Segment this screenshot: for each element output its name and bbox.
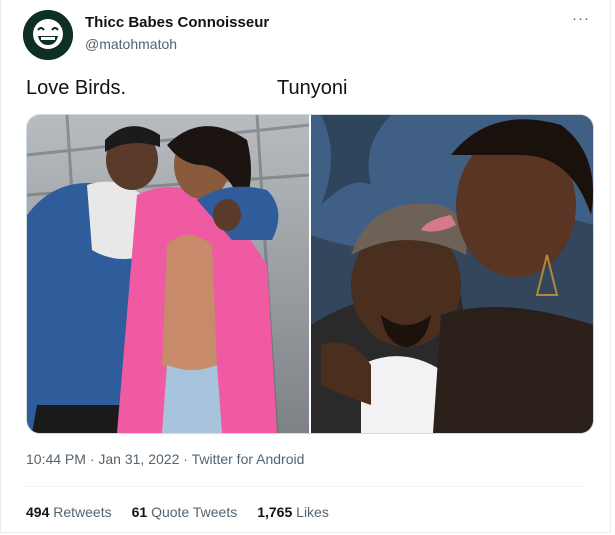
quote-tweets-stat[interactable]: 61 Quote Tweets [132,504,238,520]
quote-tweets-count: 61 [131,504,148,520]
tweet-media[interactable] [26,114,594,434]
photo-right[interactable] [311,115,593,433]
tweet-source[interactable]: Twitter for Android [192,451,305,467]
likes-stat[interactable]: 1,765 Likes [257,504,329,520]
tweet-date: Jan 31, 2022 [98,451,180,467]
tweet-card: Thicc Babes Connoisseur @matohmatoh ··· … [0,0,611,533]
user-handle[interactable]: @matohmatoh [85,36,177,52]
tweet-time: 10:44 PM [26,451,86,467]
meta-separator: · [183,451,188,467]
retweets-label: Retweets [53,504,112,520]
tweet-text-tunyoni: Tunyoni [277,77,348,99]
meta-separator: · [89,451,95,467]
photo-left[interactable] [27,115,309,433]
grinning-face-icon [23,10,73,60]
likes-label: Likes [296,504,329,520]
tweet-meta: 10:44 PM · Jan 31, 2022 · Twitter for An… [26,451,304,467]
likes-count: 1,765 [257,504,293,520]
engagement-stats: 494 Retweets 61 Quote Tweets 1,765 Likes [26,504,329,520]
retweets-count: 494 [26,504,50,520]
more-horizontal-icon[interactable]: ··· [572,10,590,27]
tweet-time-link[interactable]: 10:44 PM · Jan 31, 2022 [26,451,179,467]
retweets-stat[interactable]: 494 Retweets [26,504,112,520]
tweet-text-love-birds: Love Birds. [26,77,127,99]
display-name[interactable]: Thicc Babes Connoisseur [85,14,269,31]
quote-tweets-label: Quote Tweets [151,504,238,520]
divider [26,486,585,487]
avatar[interactable] [23,10,73,60]
